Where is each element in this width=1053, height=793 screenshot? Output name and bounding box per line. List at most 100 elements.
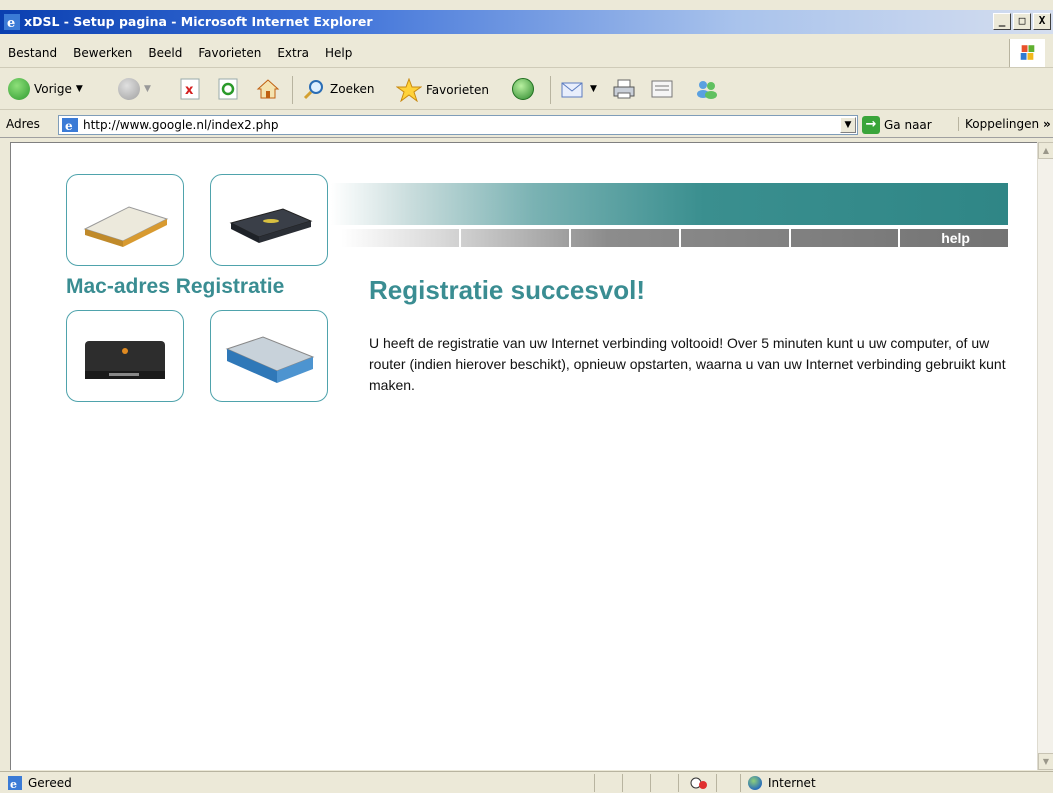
minimize-button[interactable]: _ <box>993 13 1011 30</box>
window-title: xDSL - Setup pagina - Microsoft Internet… <box>24 14 373 29</box>
nav-cell[interactable] <box>569 229 679 247</box>
back-arrow-icon <box>8 78 30 100</box>
menu-favorieten[interactable]: Favorieten <box>198 46 261 60</box>
home-button[interactable] <box>256 78 280 100</box>
vertical-scrollbar[interactable]: ▲ ▼ <box>1037 142 1053 770</box>
device-tile-router-dark[interactable] <box>66 310 184 402</box>
messenger-button[interactable] <box>694 78 720 100</box>
go-arrow-icon: → <box>862 116 880 134</box>
nav-cell[interactable] <box>788 229 899 247</box>
refresh-button[interactable] <box>218 78 238 100</box>
nav-strip: help <box>341 229 1008 247</box>
forward-dropdown-icon[interactable]: ▼ <box>144 84 151 94</box>
links-chevron-icon: » <box>1042 117 1051 131</box>
globe-icon <box>748 776 762 790</box>
ie-page-icon: e <box>62 118 78 132</box>
router-dark-image <box>85 341 165 379</box>
edit-page-icon <box>651 80 673 98</box>
address-dropdown-button[interactable]: ▼ <box>840 117 856 133</box>
address-bar: Adres e http://www.google.nl/index2.php … <box>0 112 1053 138</box>
back-button[interactable]: Vorige ▼ <box>8 78 83 100</box>
page-content: Mac-adres Registratie help Registratie s… <box>10 142 1037 770</box>
home-icon <box>256 79 280 99</box>
stop-icon: x <box>180 78 200 100</box>
status-pane <box>678 774 679 792</box>
security-zone: Internet <box>748 776 816 790</box>
window-controls: _ □ X <box>993 13 1051 30</box>
popup-blocked-icon[interactable] <box>688 775 710 791</box>
nav-help-link[interactable]: help <box>941 229 970 247</box>
refresh-icon <box>218 78 238 100</box>
status-text: Gereed <box>28 776 72 790</box>
mail-dropdown-icon[interactable]: ▼ <box>590 84 597 94</box>
nav-help-cell[interactable]: help <box>898 229 1008 247</box>
mail-button[interactable]: ▼ <box>560 78 597 100</box>
nav-cell[interactable] <box>678 229 789 247</box>
back-label: Vorige <box>34 82 72 96</box>
nav-cell[interactable] <box>341 229 459 247</box>
brand-title: Mac-adres Registratie <box>66 275 285 298</box>
print-icon <box>613 79 635 99</box>
nav-cell[interactable] <box>459 229 569 247</box>
device-tile-modem-gold[interactable] <box>66 174 184 266</box>
status-pane <box>740 774 741 792</box>
forward-arrow-icon <box>118 78 140 100</box>
status-pane <box>594 774 595 792</box>
back-dropdown-icon[interactable]: ▼ <box>76 84 83 94</box>
print-button[interactable] <box>612 78 636 100</box>
modem-blue-image <box>225 336 315 383</box>
device-tile-router-black[interactable] <box>210 174 328 266</box>
svg-text:e: e <box>7 16 15 30</box>
close-button[interactable]: X <box>1033 13 1051 30</box>
modem-image <box>83 206 169 247</box>
svg-text:x: x <box>185 83 194 98</box>
mail-icon <box>561 82 583 98</box>
history-icon <box>512 78 534 100</box>
menu-help[interactable]: Help <box>325 46 352 60</box>
windows-logo-icon <box>1009 39 1045 67</box>
status-pane <box>622 774 623 792</box>
favorites-button[interactable]: Favorieten <box>396 78 489 102</box>
links-label: Koppelingen <box>965 117 1040 131</box>
menu-bewerken[interactable]: Bewerken <box>73 46 132 60</box>
device-tile-modem-blue[interactable] <box>210 310 328 402</box>
forward-button[interactable]: ▼ <box>118 78 151 100</box>
maximize-button[interactable]: □ <box>1013 13 1031 30</box>
search-icon <box>303 80 323 100</box>
toolbar: Vorige ▼ ▼ x Zoeken Favorieten ▼ <box>0 70 1053 110</box>
toolbar-separator <box>292 76 293 104</box>
search-button[interactable]: Zoeken <box>302 78 374 100</box>
scroll-down-button[interactable]: ▼ <box>1038 753 1053 770</box>
menu-extra[interactable]: Extra <box>277 46 309 60</box>
status-text-area: e Gereed <box>8 776 72 790</box>
search-label: Zoeken <box>330 82 375 96</box>
messenger-icon <box>697 81 717 99</box>
scroll-up-button[interactable]: ▲ <box>1038 142 1053 159</box>
svg-text:e: e <box>65 119 73 132</box>
address-url: http://www.google.nl/index2.php <box>83 118 279 132</box>
status-pane <box>716 774 717 792</box>
browser-window: e xDSL - Setup pagina - Microsoft Intern… <box>0 0 1053 793</box>
page-heading: Registratie succesvol! <box>369 275 646 305</box>
menu-bar: Bestand Bewerken Beeld Favorieten Extra … <box>0 38 1053 68</box>
address-label: Adres <box>6 117 40 131</box>
favorites-star-icon <box>396 78 422 102</box>
svg-text:e: e <box>10 778 17 790</box>
history-button[interactable] <box>512 78 534 100</box>
menu-bestand[interactable]: Bestand <box>8 46 57 60</box>
stop-button[interactable]: x <box>180 78 200 100</box>
router-image <box>229 208 313 243</box>
edit-button[interactable] <box>650 78 674 100</box>
go-label: Ga naar <box>884 118 932 132</box>
favorites-label: Favorieten <box>426 83 489 97</box>
address-field[interactable]: e http://www.google.nl/index2.php ▼ <box>58 115 858 135</box>
toolbar-separator <box>550 76 551 104</box>
ie-icon: e <box>4 14 20 30</box>
links-button[interactable]: Koppelingen » <box>958 117 1051 131</box>
zone-label: Internet <box>768 776 816 790</box>
menu-beeld[interactable]: Beeld <box>148 46 182 60</box>
header-banner <box>331 183 1008 225</box>
title-bar: e xDSL - Setup pagina - Microsoft Intern… <box>0 10 1053 34</box>
go-button[interactable]: → Ga naar <box>862 116 932 134</box>
status-pane <box>650 774 651 792</box>
